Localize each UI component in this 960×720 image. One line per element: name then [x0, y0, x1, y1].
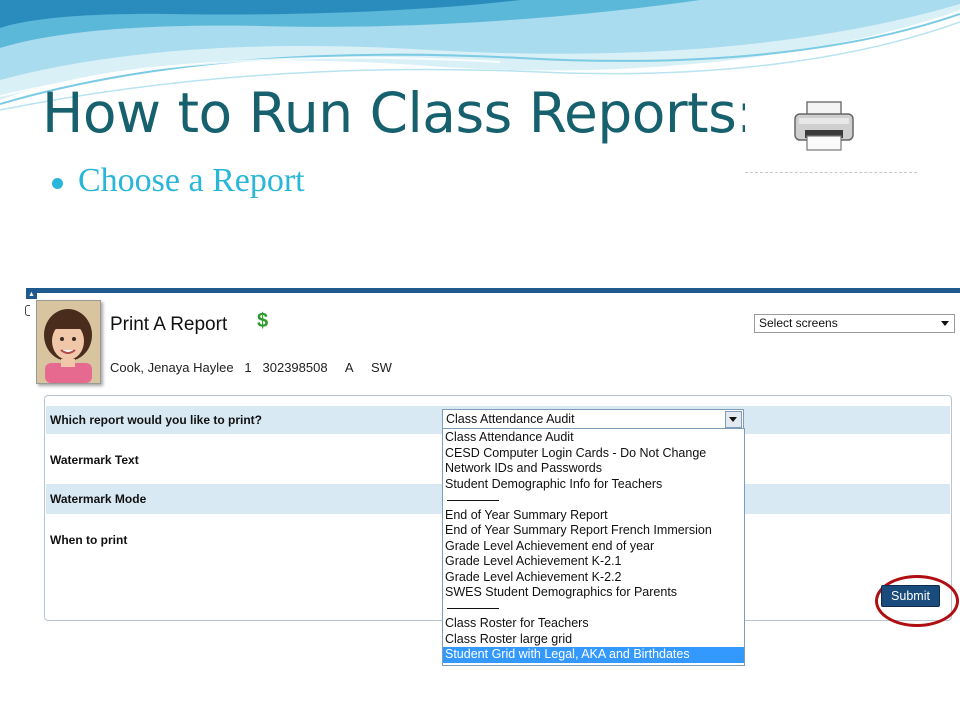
report-option[interactable]: End of Year Summary Report French Immers… [443, 523, 744, 539]
label-watermark-mode: Watermark Mode [50, 492, 147, 506]
student-grade: 1 [244, 360, 252, 375]
print-report-screen: ▲ Print A Report $ Cook, Jenaya Haylee 1… [25, 288, 960, 666]
report-options-list[interactable]: Class Attendance Audit CESD Computer Logi… [442, 428, 745, 666]
page-title: Print A Report [110, 314, 228, 335]
report-option[interactable]: SWES Student Demographics for Parents [443, 585, 744, 601]
report-option[interactable]: CESD Computer Login Cards - Do Not Chang… [443, 446, 744, 462]
dropdown-toggle-button[interactable] [725, 411, 742, 428]
student-id: 302398508 [262, 360, 328, 375]
option-separator [443, 492, 744, 508]
separator-line [447, 608, 499, 610]
report-option[interactable]: Student Demographic Info for Teachers [443, 477, 744, 493]
student-photo-image [37, 301, 100, 383]
select-screens-dropdown[interactable]: Select screens [754, 314, 955, 333]
collapse-arrow-icon[interactable]: ▲ [26, 290, 37, 299]
bullet-dot [52, 178, 63, 189]
option-separator [443, 601, 744, 617]
student-school: SW [370, 360, 392, 375]
separator-line [447, 499, 499, 501]
student-gender: A [344, 360, 353, 375]
report-option[interactable]: Class Roster large grid [443, 632, 744, 648]
report-option[interactable]: Grade Level Achievement K-2.2 [443, 570, 744, 586]
report-select-dropdown[interactable]: Class Attendance Audit [442, 409, 744, 430]
report-option[interactable]: Grade Level Achievement K-2.1 [443, 554, 744, 570]
report-option[interactable]: Grade Level Achievement end of year [443, 539, 744, 555]
submit-button[interactable]: Submit [881, 585, 940, 607]
printer-icon [794, 101, 854, 151]
report-option[interactable]: Student Grid with Legal, AKA and Birthda… [443, 647, 744, 663]
chevron-down-icon [941, 321, 949, 326]
student-name: Cook, Jenaya Haylee [110, 360, 234, 375]
app-header-bar [26, 288, 960, 293]
report-option[interactable]: Network IDs and Passwords [443, 461, 744, 477]
report-option[interactable]: Class Roster for Teachers [443, 616, 744, 632]
edge-mark [25, 305, 30, 316]
student-photo [36, 300, 101, 384]
printer-button[interactable] [745, 80, 917, 173]
student-info: Cook, Jenaya Haylee 1 302398508 A SW [110, 360, 392, 375]
report-option[interactable]: Class Attendance Audit [443, 430, 744, 446]
label-when-to-print: When to print [50, 533, 128, 547]
slide-title: How to Run Class Reports: [42, 81, 755, 145]
report-option[interactable]: End of Year Summary Report [443, 508, 744, 524]
chevron-down-icon [729, 417, 737, 422]
label-which-report: Which report would you like to print? [50, 413, 262, 427]
bullet-choose-report: Choose a Report [78, 162, 305, 199]
label-watermark-text: Watermark Text [50, 453, 139, 467]
report-select-value: Class Attendance Audit [446, 412, 575, 426]
dollar-icon: $ [257, 310, 269, 332]
select-screens-value: Select screens [759, 316, 838, 330]
